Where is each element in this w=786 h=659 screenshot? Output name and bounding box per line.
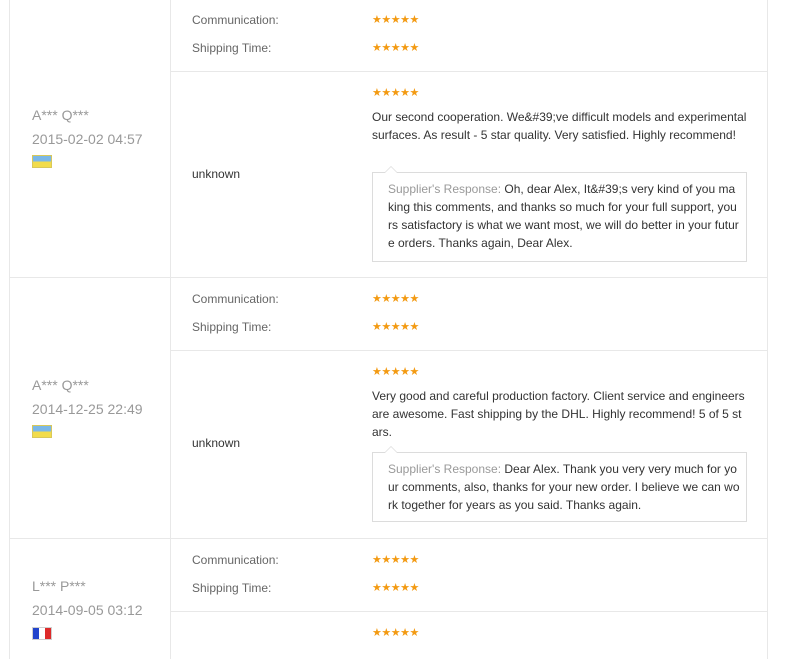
feedback-entry: A*** Q*** 2014-12-25 22:49 Communication… [9,278,768,539]
communication-stars: ★★★★★ [372,14,419,26]
product-name: unknown [192,167,241,181]
buyer-column: A*** Q*** 2015-02-02 04:57 [10,0,171,277]
product-name: unknown [192,436,241,450]
response-label: Supplier's Response: [388,462,502,476]
supplier-response: Supplier's Response: Oh, dear Alex, It&#… [372,166,747,262]
supplier-response: Supplier's Response: Dear Alex. Thank yo… [372,446,747,522]
communication-stars: ★★★★★ [372,293,419,305]
page-edge [0,0,9,642]
row-divider [171,350,767,351]
feedback-stars: ★★★★★ [372,627,419,639]
shipping-time-label: Shipping Time: [192,581,272,595]
feedback-comment: Very good and careful production factory… [372,389,745,439]
buyer-name: L*** P*** [32,578,86,594]
row-divider [171,71,767,72]
feedback-entry: A*** Q*** 2015-02-02 04:57 Communication… [9,0,768,278]
communication-stars: ★★★★★ [372,554,419,566]
communication-label: Communication: [192,553,279,567]
communication-label: Communication: [192,13,279,27]
feedback-comment: Our second cooperation. We&#39;ve diffic… [372,110,747,142]
buyer-column: L*** P*** 2014-09-05 03:12 [10,539,171,659]
ua-flag-icon [32,425,52,438]
shipping-time-label: Shipping Time: [192,41,272,55]
feedback-entry: L*** P*** 2014-09-05 03:12 Communication… [9,539,768,659]
shipping-time-label: Shipping Time: [192,320,272,334]
feedback-date: 2015-02-02 04:57 [32,131,143,147]
feedback-date: 2014-09-05 03:12 [32,602,143,618]
feedback-date: 2014-12-25 22:49 [32,401,143,417]
fr-flag-icon [32,627,52,640]
shipping-time-stars: ★★★★★ [372,321,419,333]
feedback-stars: ★★★★★ [372,87,419,99]
feedback-stars: ★★★★★ [372,366,419,378]
shipping-time-stars: ★★★★★ [372,582,419,594]
row-divider [171,611,767,612]
shipping-time-stars: ★★★★★ [372,42,419,54]
communication-label: Communication: [192,292,279,306]
buyer-name: A*** Q*** [32,377,89,393]
buyer-name: A*** Q*** [32,107,89,123]
buyer-column: A*** Q*** 2014-12-25 22:49 [10,278,171,538]
ua-flag-icon [32,155,52,168]
response-label: Supplier's Response: [388,182,502,196]
